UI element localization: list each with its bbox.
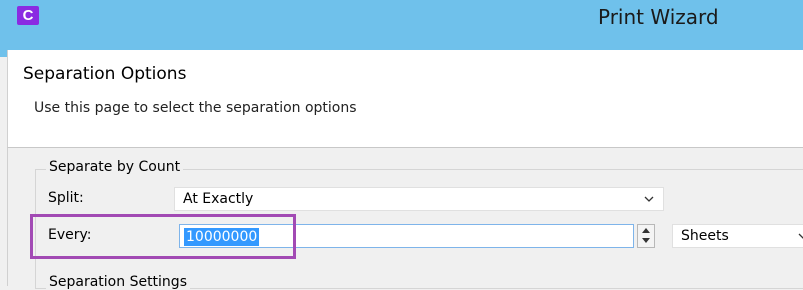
window-title: Print Wizard bbox=[598, 5, 719, 29]
wizard-content: Separate by Count Split: At Exactly Ever… bbox=[7, 148, 803, 290]
split-value: At Exactly bbox=[183, 191, 254, 207]
every-input[interactable]: 10000000 bbox=[179, 224, 634, 248]
separate-by-count-legend: Separate by Count bbox=[46, 159, 184, 175]
app-icon[interactable]: C bbox=[17, 6, 39, 25]
every-value: 10000000 bbox=[184, 228, 260, 246]
unit-value: Sheets bbox=[681, 228, 729, 244]
chevron-down-icon[interactable] bbox=[797, 230, 803, 242]
title-bar: C Print Wizard bbox=[0, 0, 803, 57]
separation-settings-legend: Separation Settings bbox=[46, 274, 190, 290]
page-description: Use this page to select the separation o… bbox=[34, 100, 357, 116]
wizard-header: Separation Options Use this page to sele… bbox=[7, 50, 803, 148]
split-label: Split: bbox=[48, 190, 84, 206]
split-combobox[interactable]: At Exactly bbox=[174, 187, 664, 211]
page-title: Separation Options bbox=[23, 64, 187, 84]
spin-up-icon[interactable] bbox=[642, 228, 650, 233]
spin-down-icon[interactable] bbox=[642, 238, 650, 243]
every-spinner[interactable] bbox=[637, 224, 655, 248]
unit-combobox[interactable]: Sheets bbox=[672, 224, 803, 248]
chevron-down-icon[interactable] bbox=[643, 193, 655, 205]
every-label: Every: bbox=[48, 227, 92, 243]
